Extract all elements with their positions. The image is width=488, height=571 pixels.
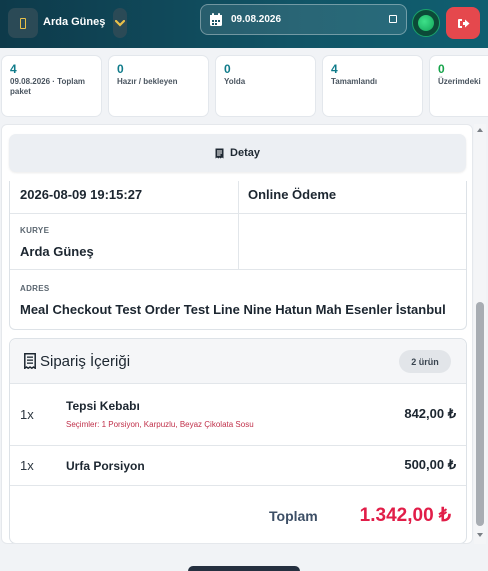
scrollbar-thumb[interactable]: [476, 302, 484, 526]
stat-label: Yolda: [224, 77, 246, 86]
date-value[interactable]: 09.08.2026: [231, 14, 281, 25]
stat-card-on-the-way[interactable]: 0 Yolda: [215, 55, 316, 117]
user-name[interactable]: Arda Güneş: [43, 16, 105, 28]
payment-method: Online Ödeme: [248, 187, 337, 202]
stat-card-total[interactable]: 4 09.08.2026 · Toplam paket: [1, 55, 102, 117]
scroll-down-icon[interactable]: [477, 533, 483, 537]
stat-value: 0: [224, 62, 231, 76]
divider: [10, 269, 466, 270]
total-label: Toplam: [269, 508, 318, 524]
divider: [238, 181, 239, 269]
order-items-title: Sipariş İçeriği: [40, 353, 131, 370]
stat-card-assigned[interactable]: 0 Üzerimdeki: [429, 55, 488, 117]
address-caption: ADRES: [20, 284, 50, 293]
package-icon[interactable]: [8, 8, 38, 38]
stat-value: 4: [331, 62, 338, 76]
divider: [10, 213, 466, 214]
detail-tab-label: Detay: [230, 147, 260, 159]
stat-value: 0: [117, 62, 124, 76]
order-detail-panel: Detay 2026-08-09 19:15:27 Online Ödeme K…: [1, 124, 473, 544]
item-name: Urfa Porsiyon: [66, 459, 145, 473]
item-qty: 1x: [20, 407, 34, 422]
app-header: Arda Güneş 09.08.2026: [0, 0, 488, 48]
courier-caption: KURYE: [20, 226, 50, 235]
item-qty: 1x: [20, 458, 34, 473]
order-info-card: 2026-08-09 19:15:27 Online Ödeme KURYE A…: [9, 181, 467, 330]
stat-label: 09.08.2026 · Toplam paket: [10, 77, 85, 96]
logout-icon: [457, 18, 469, 28]
order-datetime: 2026-08-09 19:15:27: [20, 187, 143, 202]
divider: [10, 485, 466, 486]
receipt-icon: [215, 148, 224, 158]
item-options: Seçimler: 1 Porsiyon, Karpuzlu, Beyaz Çi…: [66, 420, 254, 429]
stat-value: 0: [438, 62, 445, 76]
stat-card-ready[interactable]: 0 Hazır / bekleyen: [108, 55, 209, 117]
stat-label: Hazır / bekleyen: [117, 77, 178, 86]
item-price: 842,00 ₺: [404, 406, 456, 421]
bottom-handle[interactable]: [188, 566, 300, 571]
item-count-badge: 2 ürün: [399, 350, 451, 373]
scroll-up-icon[interactable]: [477, 128, 483, 132]
stat-card-completed[interactable]: 4 Tamamlandı: [322, 55, 423, 117]
stat-label: Üzerimdeki: [438, 77, 481, 86]
receipt-icon: [24, 353, 36, 369]
address-value: Meal Checkout Test Order Test Line Nine …: [20, 302, 446, 317]
order-items-card: Sipariş İçeriği 2 ürün 1x Tepsi Kebabı S…: [9, 338, 467, 543]
total-value: 1.342,00 ₺: [359, 505, 451, 526]
stat-label: Tamamlandı: [331, 77, 378, 86]
date-picker[interactable]: 09.08.2026: [200, 4, 407, 35]
stat-value: 4: [10, 62, 17, 76]
chevron-down-icon[interactable]: [113, 8, 127, 38]
courier-name: Arda Güneş: [20, 244, 94, 259]
item-name: Tepsi Kebabı: [66, 399, 140, 413]
calendar-icon: [210, 13, 222, 26]
detail-tab[interactable]: Detay: [9, 134, 466, 172]
divider: [10, 445, 466, 446]
order-items-header: Sipariş İçeriği 2 ürün: [10, 339, 466, 384]
calendar-picker-icon[interactable]: [389, 15, 397, 23]
online-status-icon: [412, 9, 440, 37]
logout-button[interactable]: [446, 7, 480, 39]
item-price: 500,00 ₺: [404, 457, 456, 472]
